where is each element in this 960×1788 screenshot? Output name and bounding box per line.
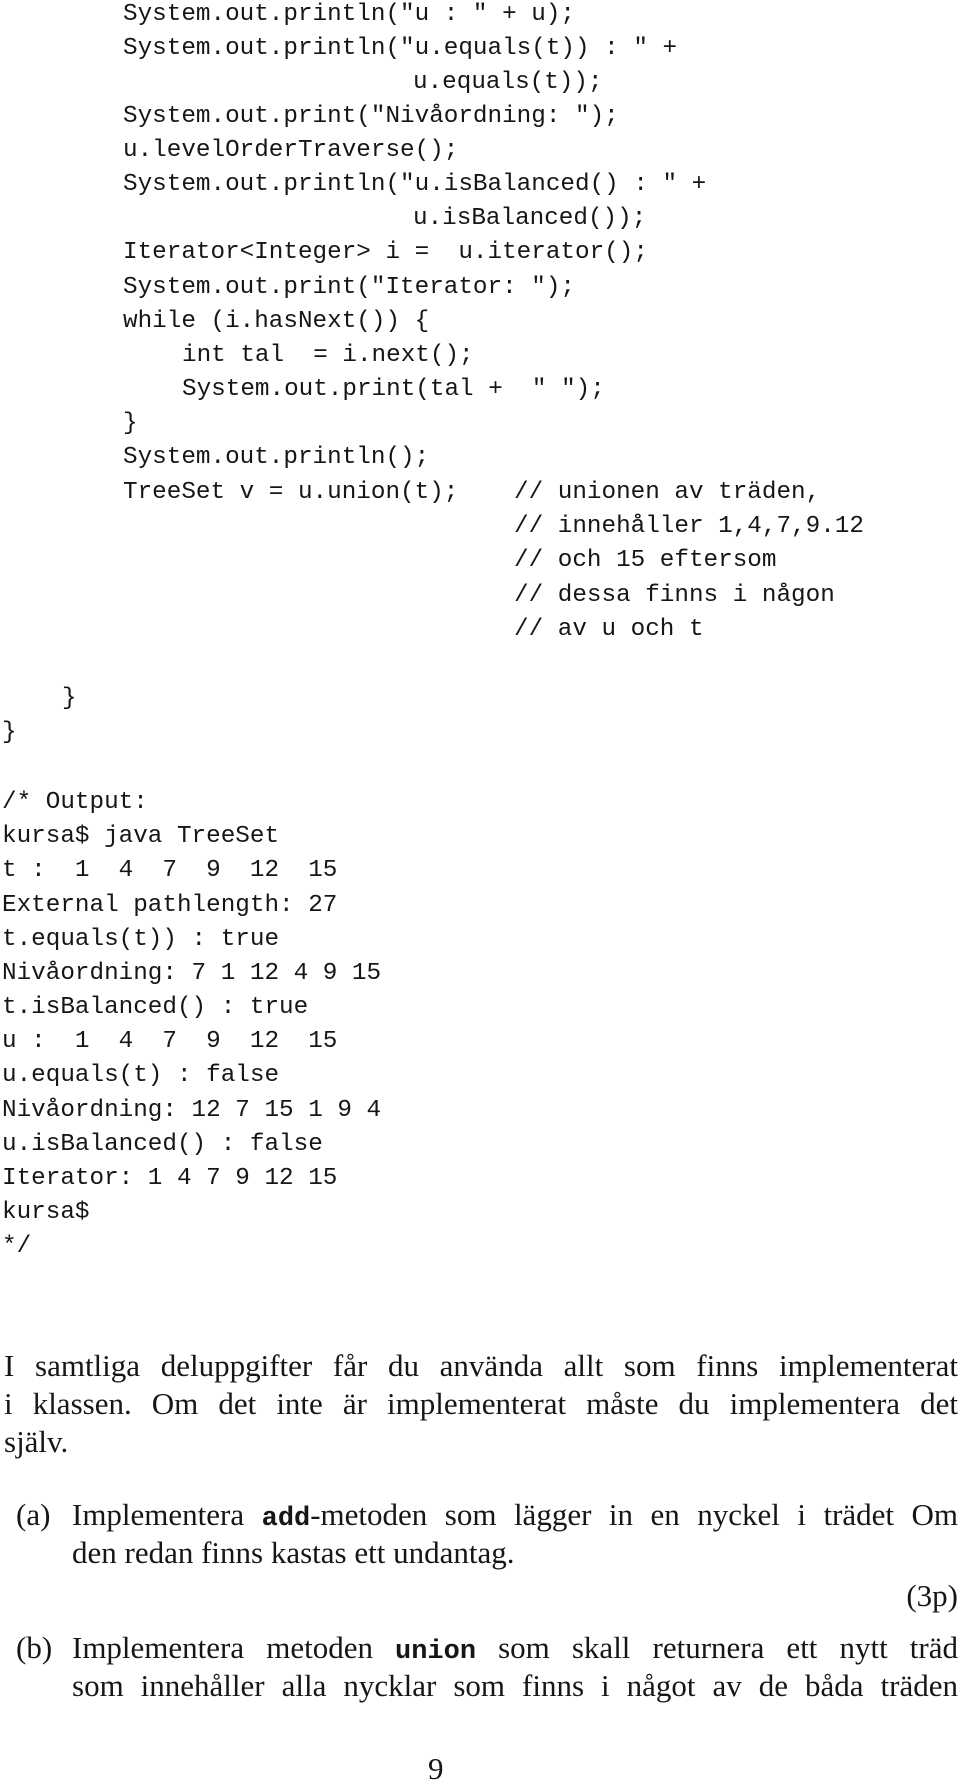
code-line: System.out.print(tal + " "); [182,376,605,403]
output-line: u : 1 4 7 9 12 15 [2,1028,338,1055]
task-line: Implementera add-metoden som lägger in e… [72,1496,958,1534]
method-name-add: add [261,1504,311,1534]
code-comment: // dessa finns i någon [514,582,835,609]
output-line: t : 1 4 7 9 12 15 [2,857,338,884]
output-line: Nivåordning: 12 7 15 1 9 4 [2,1097,382,1124]
code-line-continuation: u.equals(t)); [413,69,603,96]
code-line: while (i.hasNext()) { [123,308,430,335]
code-line: System.out.println(); [123,444,430,471]
paragraph-line: själv. [4,1424,69,1459]
output-line: u.equals(t) : false [2,1062,280,1089]
code-line: int tal = i.next(); [182,342,474,369]
closing-class-brace: } [2,719,17,746]
code-comment: // av u och t [514,616,704,643]
task-line: som innehåller alla nycklar som finns i … [72,1668,958,1703]
paragraph-line: I samtliga deluppgifter får du använda a… [4,1348,958,1383]
paragraph-line: i klassen. Om det inte är implementerat … [4,1386,958,1421]
code-line: } [123,410,138,437]
output-line: Iterator: 1 4 7 9 12 15 [2,1165,338,1192]
task-line: den redan finns kastas ett undantag. [72,1535,515,1570]
task-text: -metoden som lägger in en nyckel i träde… [310,1497,958,1532]
output-line: kursa$ [2,1199,90,1226]
method-name-union: union [395,1637,477,1667]
output-line: Nivåordning: 7 1 12 4 9 15 [2,960,382,987]
code-line: System.out.print("Nivåordning: "); [123,103,619,130]
code-line: System.out.println("u.isBalanced() : " + [123,171,707,198]
code-line: System.out.println("u.equals(t)) : " + [123,35,678,62]
code-line: System.out.println("u : " + u); [123,1,575,28]
output-line: u.isBalanced() : false [2,1131,323,1158]
output-line: t.isBalanced() : true [2,994,309,1021]
code-comment: // innehåller 1,4,7,9.12 [514,513,864,540]
task-text: som skall returnera ett nytt träd [476,1630,958,1665]
task-line: Implementera metoden union som skall ret… [72,1629,958,1667]
output-line: t.equals(t)) : true [2,926,280,953]
code-line: TreeSet v = u.union(t); [123,479,459,506]
output-line: External pathlength: 27 [2,892,338,919]
task-points: (3p) [906,1578,958,1613]
output-line: /* Output: [2,789,148,816]
page-number: 9 [428,1751,444,1786]
code-line: Iterator<Integer> i = u.iterator(); [123,239,648,266]
code-comment: // unionen av träden, [514,479,821,506]
closing-method-brace: } [62,685,77,712]
code-line: System.out.print("Iterator: "); [123,274,575,301]
code-line-continuation: u.isBalanced()); [413,205,647,232]
code-comment: // och 15 eftersom [514,547,777,574]
document-page: System.out.println("u : " + u); System.o… [0,0,960,1786]
task-label: (a) [16,1497,51,1532]
output-line: */ [2,1233,32,1260]
task-text: Implementera metoden [72,1630,396,1665]
task-text: Implementera [72,1497,262,1532]
code-line: u.levelOrderTraverse(); [123,137,459,164]
output-line: kursa$ java TreeSet [2,823,280,850]
task-label: (b) [16,1630,53,1665]
